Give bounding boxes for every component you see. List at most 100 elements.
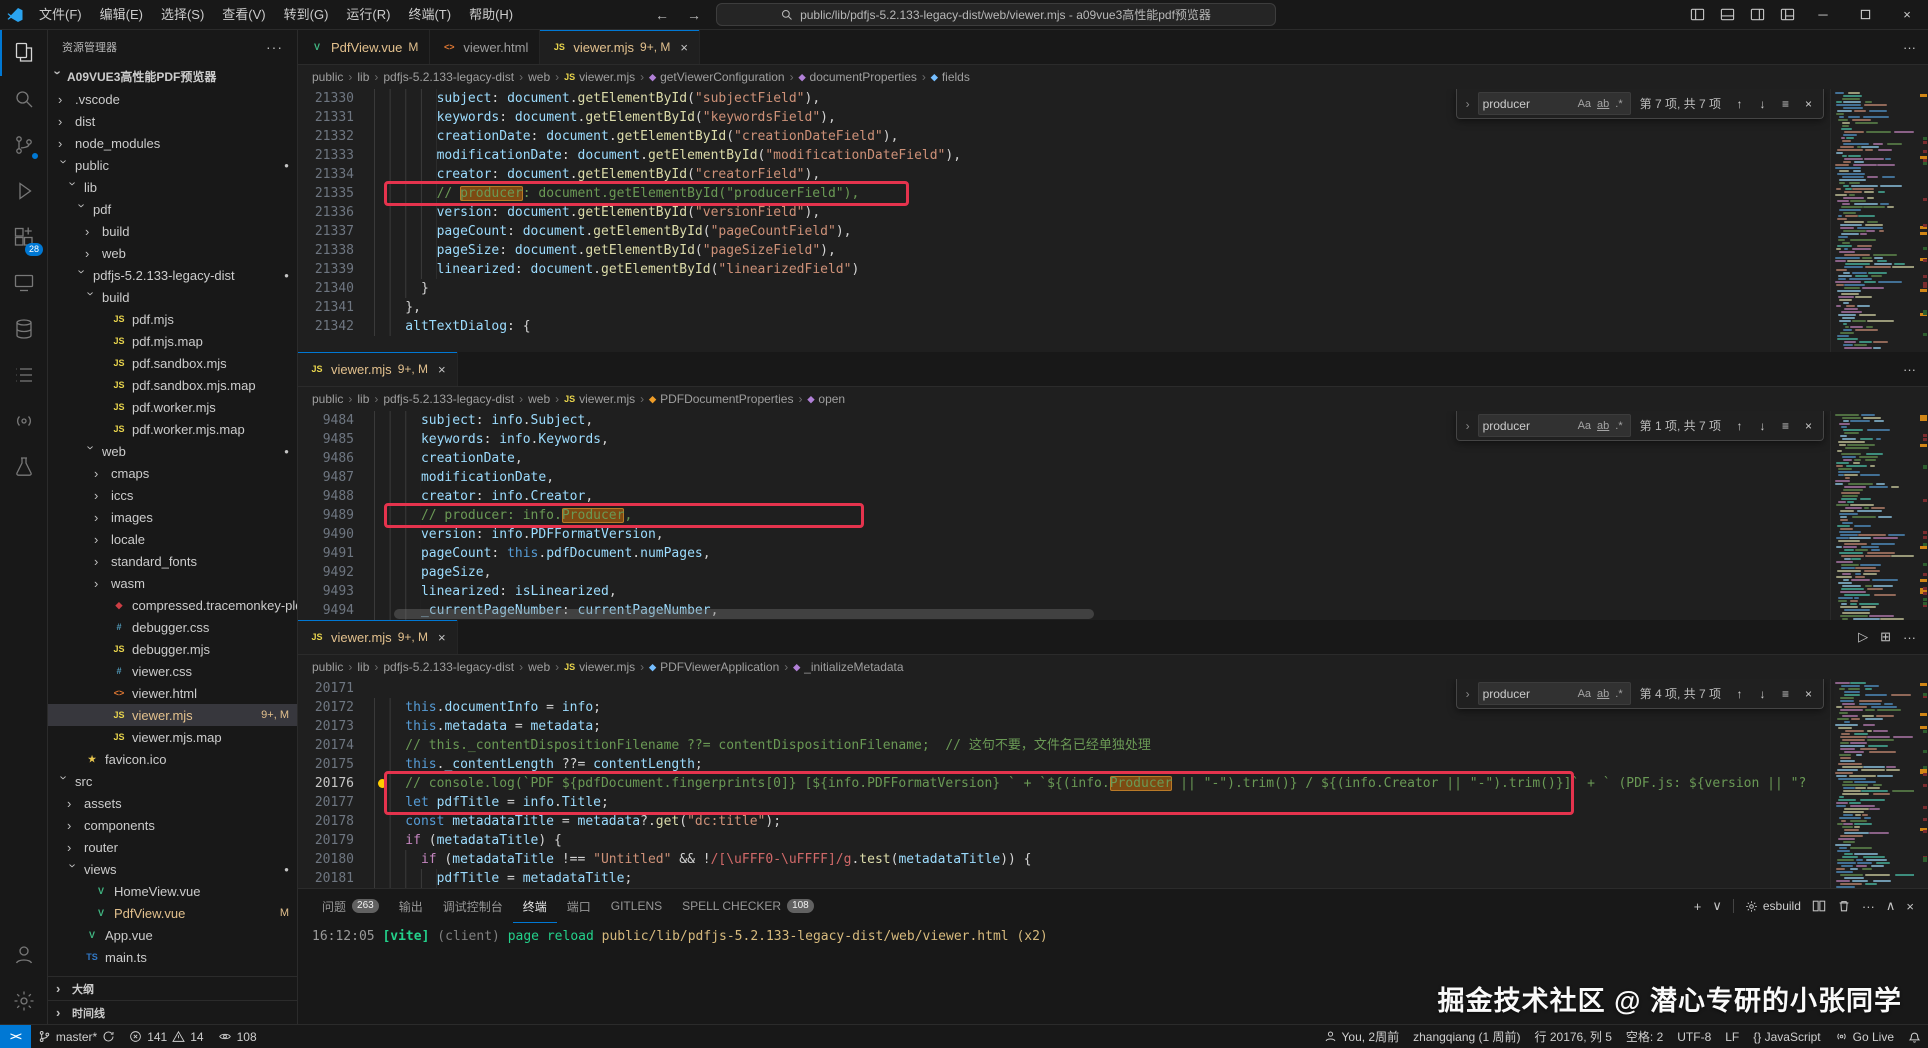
remote-indicator[interactable]: ><: [0, 1025, 31, 1048]
new-terminal-icon[interactable]: +: [1694, 899, 1702, 914]
code-line-20177[interactable]: 20177 let pdfTitle = info.Title;: [298, 793, 1830, 812]
tree-item-dist[interactable]: › dist: [48, 110, 297, 132]
code-line-21334[interactable]: 21334 creator: document.getElementById("c…: [298, 165, 1830, 184]
breadcrumb-open[interactable]: ◆ open: [807, 392, 845, 406]
maximize-button[interactable]: [1844, 0, 1886, 29]
find-prev-icon[interactable]: ↑: [1730, 419, 1749, 433]
tree-item-.vscode[interactable]: › .vscode: [48, 88, 297, 110]
settings-gear-icon[interactable]: [0, 978, 48, 1024]
tab-viewer.mjs[interactable]: JS viewer.mjs 9+, M ×: [540, 30, 700, 64]
tab-viewer.mjs[interactable]: JS viewer.mjs 9+, M ×: [298, 352, 458, 386]
outline-section[interactable]: › 大纲: [48, 976, 297, 1000]
tree-item-wasm[interactable]: › wasm: [48, 572, 297, 594]
code-line-9492[interactable]: 9492 pageSize,: [298, 563, 1830, 582]
code-line-21333[interactable]: 21333 modificationDate: document.getEleme…: [298, 146, 1830, 165]
tree-item-pdf.mjs.map[interactable]: ›JSpdf.mjs.map: [48, 330, 297, 352]
code-line-21340[interactable]: 21340}: [298, 279, 1830, 298]
code-line-20179[interactable]: 20179 if (metadataTitle) {: [298, 831, 1830, 850]
whole-word-icon[interactable]: ab: [1594, 419, 1612, 433]
tree-item-PdfView.vue[interactable]: ›VPdfView.vueM: [48, 902, 297, 924]
search-icon[interactable]: [0, 76, 48, 122]
breadcrumb-web[interactable]: web: [528, 70, 550, 84]
panel-tab-GITLENS[interactable]: GITLENS: [601, 889, 672, 923]
layout-customize-icon[interactable]: [1772, 7, 1802, 22]
layout-panel-icon[interactable]: [1712, 7, 1742, 22]
blame-author[interactable]: zhangqiang (1 周前): [1406, 1025, 1527, 1048]
code-line-9491[interactable]: 9491 pageCount: this.pdfDocument.numPages…: [298, 544, 1830, 563]
tree-item-src[interactable]: › src: [48, 770, 297, 792]
tab-viewer.mjs[interactable]: JS viewer.mjs 9+, M ×: [298, 620, 458, 654]
tree-item-pdf.worker.mjs.map[interactable]: ›JSpdf.worker.mjs.map: [48, 418, 297, 440]
tree-item-viewer.mjs.map[interactable]: ›JSviewer.mjs.map: [48, 726, 297, 748]
panel-tab-SPELL CHECKER[interactable]: SPELL CHECKER 108: [672, 889, 824, 923]
tree-item-assets[interactable]: › assets: [48, 792, 297, 814]
explorer-more-icon[interactable]: ···: [266, 39, 283, 55]
find-close-icon[interactable]: ×: [1799, 419, 1818, 433]
code-line-21337[interactable]: 21337 pageCount: document.getElementById(…: [298, 222, 1830, 241]
code-line-9487[interactable]: 9487 modificationDate,: [298, 468, 1830, 487]
find-toggle-replace-icon[interactable]: ›: [1462, 687, 1474, 701]
tree-item-compressed.tracemonkey-pld...[interactable]: ›◆compressed.tracemonkey-pld...: [48, 594, 297, 616]
find-close-icon[interactable]: ×: [1799, 97, 1818, 111]
tree-item-pdfjs-5.2.133-legacy-dist[interactable]: › pdfjs-5.2.133-legacy-dist ●: [48, 264, 297, 286]
tree-item-images[interactable]: › images: [48, 506, 297, 528]
panel-tab-终端[interactable]: 终端: [513, 889, 557, 923]
code-editor-1[interactable]: 21330 subject: document.getElementById("s…: [298, 89, 1830, 352]
match-case-icon[interactable]: Aa: [1575, 687, 1594, 701]
tree-item-build[interactable]: › build: [48, 220, 297, 242]
tree-item-locale[interactable]: › locale: [48, 528, 297, 550]
kill-terminal-icon[interactable]: [1837, 899, 1851, 913]
tree-item-cmaps[interactable]: › cmaps: [48, 462, 297, 484]
tree-item-pdf[interactable]: › pdf: [48, 198, 297, 220]
terminal-tab-esbuild[interactable]: esbuild: [1745, 899, 1801, 913]
tree-item-views[interactable]: › views ●: [48, 858, 297, 880]
extensions-icon[interactable]: 28: [0, 214, 48, 260]
code-line-20173[interactable]: 20173 this.metadata = metadata;: [298, 717, 1830, 736]
tab-viewer.html[interactable]: <> viewer.html: [430, 30, 541, 64]
source-control-icon[interactable]: [0, 122, 48, 168]
code-line-21336[interactable]: 21336 version: document.getElementById("v…: [298, 203, 1830, 222]
tree-item-public[interactable]: › public ●: [48, 154, 297, 176]
layout-sidebar-icon[interactable]: [1682, 7, 1712, 22]
find-next-icon[interactable]: ↓: [1753, 97, 1772, 111]
code-line-9493[interactable]: 9493 linearized: isLinearized,: [298, 582, 1830, 601]
menu-转到(G)[interactable]: 转到(G): [275, 2, 338, 28]
menu-帮助(H)[interactable]: 帮助(H): [460, 2, 522, 28]
code-line-21335[interactable]: 21335// producer: document.getElementByI…: [298, 184, 1830, 203]
breadcrumb-viewer.mjs[interactable]: JS viewer.mjs: [564, 660, 635, 674]
menu-运行(R)[interactable]: 运行(R): [337, 2, 399, 28]
spell-checker-count[interactable]: 108: [211, 1025, 264, 1048]
tab-close-icon[interactable]: ×: [680, 40, 688, 55]
language-mode[interactable]: {} JavaScript: [1746, 1025, 1827, 1048]
code-line-20175[interactable]: 20175 this._contentLength ??= contentLeng…: [298, 755, 1830, 774]
match-case-icon[interactable]: Aa: [1575, 419, 1594, 433]
breadcrumb-public[interactable]: public: [312, 660, 343, 674]
tree-item-viewer.css[interactable]: ›#viewer.css: [48, 660, 297, 682]
find-input[interactable]: [1482, 686, 1575, 701]
regex-icon[interactable]: .*: [1612, 419, 1625, 433]
project-root[interactable]: › A09VUE3高性能PDF预览器: [48, 64, 297, 88]
find-prev-icon[interactable]: ↑: [1730, 687, 1749, 701]
tab-close-icon[interactable]: ×: [438, 362, 446, 377]
tree-item-viewer.html[interactable]: ›<>viewer.html: [48, 682, 297, 704]
lightbulb-icon[interactable]: [378, 779, 387, 788]
tree-item-components[interactable]: › components: [48, 814, 297, 836]
cursor-position[interactable]: 行 20176, 列 5: [1528, 1025, 1619, 1048]
find-input[interactable]: [1482, 96, 1575, 111]
whole-word-icon[interactable]: ab: [1594, 687, 1612, 701]
tree-item-App.vue[interactable]: ›VApp.vue: [48, 924, 297, 946]
regex-icon[interactable]: .*: [1612, 97, 1625, 111]
find-close-icon[interactable]: ×: [1799, 687, 1818, 701]
minimap[interactable]: [1830, 679, 1918, 888]
run-editor-action-icon[interactable]: ▷: [1858, 629, 1868, 645]
horizontal-scrollbar[interactable]: [394, 609, 1094, 619]
tree-item-lib[interactable]: › lib: [48, 176, 297, 198]
more-editor-action-icon[interactable]: ···: [1903, 40, 1916, 55]
tree-item-pdf.mjs[interactable]: ›JSpdf.mjs: [48, 308, 297, 330]
breadcrumb-web[interactable]: web: [528, 392, 550, 406]
more-actions-icon[interactable]: ···: [1862, 899, 1875, 914]
history-forward-icon[interactable]: →: [684, 7, 704, 23]
match-case-icon[interactable]: Aa: [1575, 97, 1594, 111]
git-branch[interactable]: master*: [31, 1025, 122, 1048]
code-line-20180[interactable]: 20180 if (metadataTitle !== "Untitled" &&…: [298, 850, 1830, 869]
